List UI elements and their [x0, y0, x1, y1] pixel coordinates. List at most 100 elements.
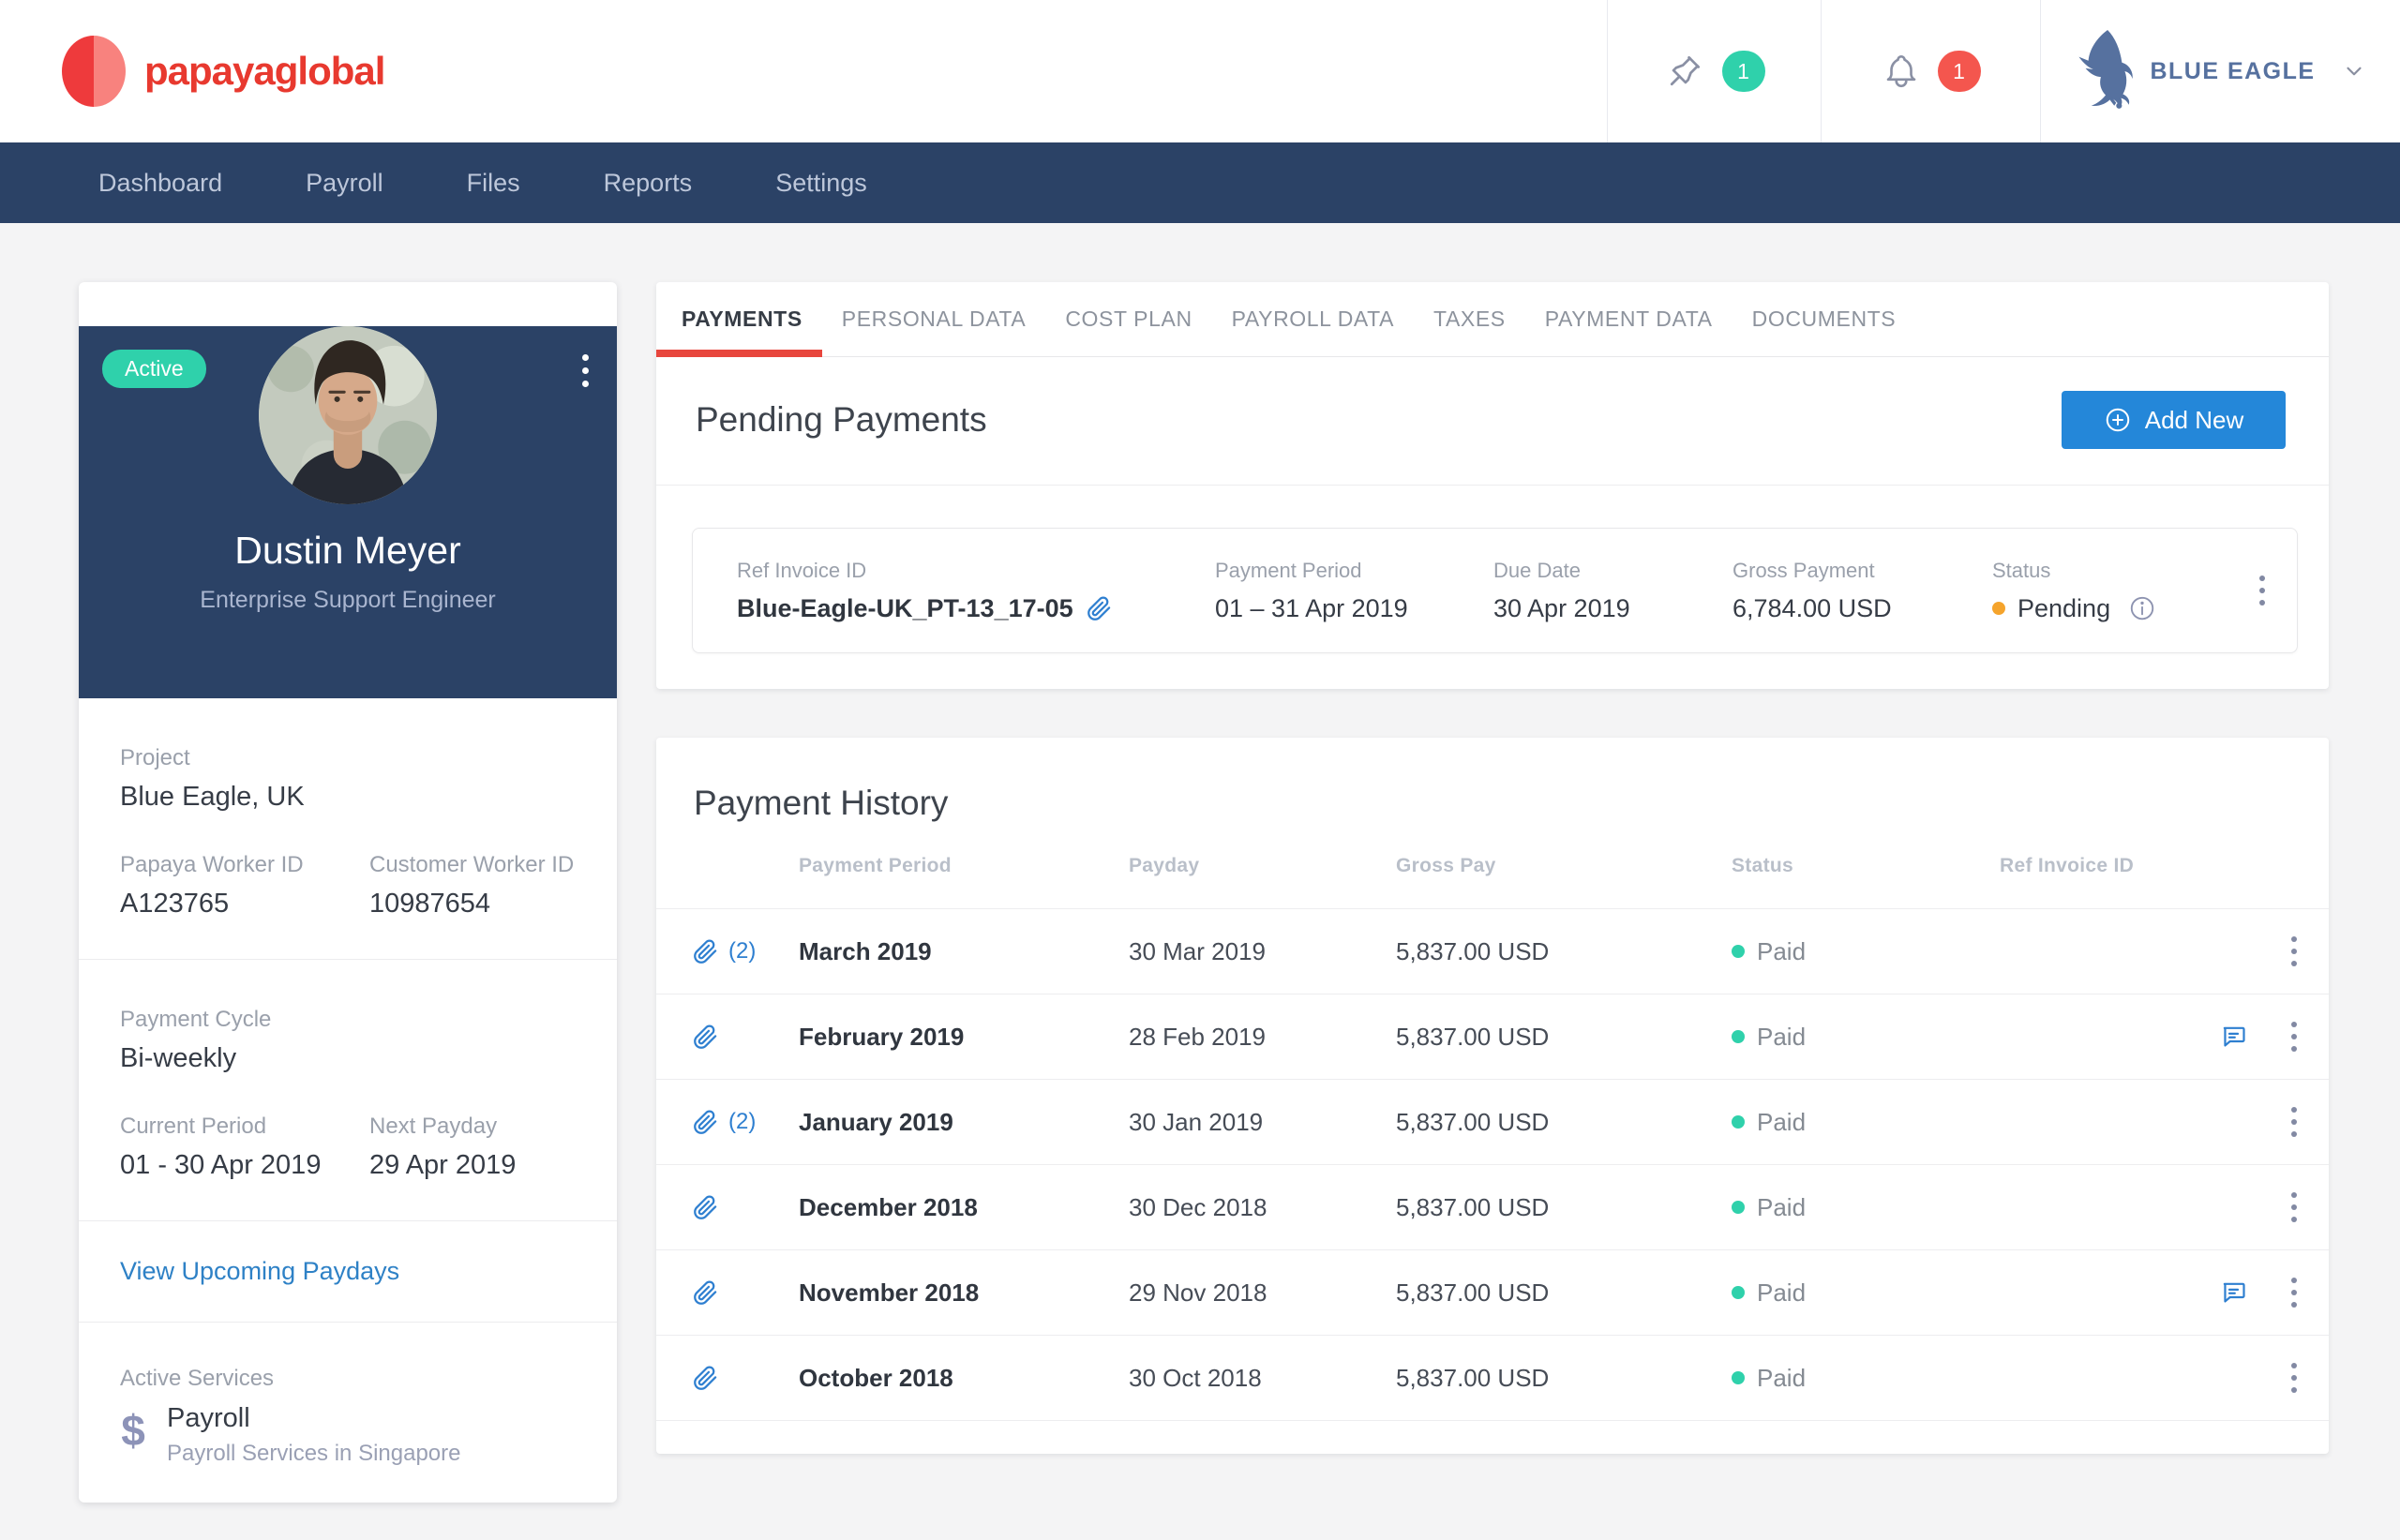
- payment-history-title: Payment History: [656, 738, 2329, 824]
- history-table-body: (2) March 2019 30 Mar 2019 5,837.00 USD …: [656, 909, 2329, 1421]
- pin-count-badge: 1: [1722, 51, 1765, 92]
- paid-status-dot: [1732, 1286, 1745, 1299]
- gross-pay-cell: 5,837.00 USD: [1396, 1193, 1732, 1222]
- status-text: Paid: [1757, 1364, 1806, 1393]
- pending-status-dot: [1992, 602, 2005, 615]
- payment-history-row[interactable]: (2) March 2019 30 Mar 2019 5,837.00 USD …: [656, 909, 2329, 994]
- view-upcoming-paydays-link[interactable]: View Upcoming Paydays: [120, 1257, 399, 1285]
- attachment-paperclip-icon[interactable]: [693, 1195, 718, 1220]
- employee-profile-card: Active: [79, 282, 617, 1503]
- page-content: Active: [0, 223, 2400, 1503]
- col-gross-pay: Gross Pay: [1396, 855, 1732, 877]
- payment-period-cell: January 2019: [799, 1108, 1129, 1137]
- payday-cell: 28 Feb 2019: [1129, 1023, 1396, 1052]
- pinned-items-button[interactable]: 1: [1607, 0, 1821, 142]
- payment-period-value: 01 – 31 Apr 2019: [1215, 594, 1493, 623]
- notification-count-badge: 1: [1938, 51, 1981, 92]
- nav-item-settings[interactable]: Settings: [775, 169, 867, 198]
- employee-name: Dustin Meyer: [79, 529, 617, 573]
- status-text: Paid: [1757, 1278, 1806, 1308]
- bell-icon: [1882, 52, 1921, 91]
- status-cell: Paid: [1732, 1278, 2000, 1308]
- attachment-paperclip-icon[interactable]: [1087, 596, 1112, 621]
- employee-job-title: Enterprise Support Engineer: [79, 587, 617, 614]
- tab-documents[interactable]: DOCUMENTS: [1732, 282, 1916, 356]
- profile-kebab-menu[interactable]: [578, 351, 592, 391]
- payment-history-row[interactable]: February 2019 28 Feb 2019 5,837.00 USD P…: [656, 994, 2329, 1080]
- blue-eagle-logo-icon: [2075, 28, 2135, 114]
- col-status: Status: [1732, 855, 2000, 877]
- history-row-kebab-menu[interactable]: [2291, 1022, 2329, 1052]
- payday-cell: 30 Oct 2018: [1129, 1364, 1396, 1393]
- project-label: Project: [120, 745, 576, 771]
- tab-payroll-data[interactable]: PAYROLL DATA: [1212, 282, 1414, 356]
- comment-icon[interactable]: [2219, 1023, 2248, 1052]
- gross-pay-cell: 5,837.00 USD: [1396, 1364, 1732, 1393]
- project-section: Project Blue Eagle, UK Papaya Worker ID …: [79, 698, 617, 959]
- col-ref-invoice-id: Ref Invoice ID: [2000, 855, 2219, 877]
- attachment-paperclip-icon[interactable]: [693, 1110, 718, 1135]
- papayaglobal-logo: papayaglobal: [0, 0, 1607, 142]
- payment-period-cell: October 2018: [799, 1364, 1129, 1393]
- attachment-paperclip-icon[interactable]: [693, 1280, 718, 1306]
- nav-item-payroll[interactable]: Payroll: [306, 169, 383, 198]
- history-row-kebab-menu[interactable]: [2291, 1192, 2329, 1222]
- notifications-button[interactable]: 1: [1821, 0, 2040, 142]
- status-cell: Paid: [1732, 1193, 2000, 1222]
- tab-payments[interactable]: PAYMENTS: [656, 282, 822, 356]
- payment-cycle-label: Payment Cycle: [120, 1007, 576, 1033]
- history-row-kebab-menu[interactable]: [2291, 936, 2329, 966]
- attachment-paperclip-icon[interactable]: [693, 1366, 718, 1391]
- pending-status-text: Pending: [2018, 594, 2110, 623]
- upcoming-paydays-section: View Upcoming Paydays: [79, 1220, 617, 1322]
- add-new-label: Add New: [2145, 406, 2244, 435]
- attachment-paperclip-icon[interactable]: [693, 1024, 718, 1050]
- history-row-kebab-menu[interactable]: [2291, 1363, 2329, 1393]
- payment-history-row[interactable]: November 2018 29 Nov 2018 5,837.00 USD P…: [656, 1250, 2329, 1336]
- avatar: [259, 326, 437, 504]
- nav-item-dashboard[interactable]: Dashboard: [98, 169, 222, 198]
- payday-cell: 29 Nov 2018: [1129, 1278, 1396, 1308]
- payments-panel: PAYMENTS PERSONAL DATA COST PLAN PAYROLL…: [656, 282, 2329, 689]
- payment-history-row[interactable]: October 2018 30 Oct 2018 5,837.00 USD Pa…: [656, 1336, 2329, 1421]
- tab-payment-data[interactable]: PAYMENT DATA: [1525, 282, 1732, 356]
- pending-row-kebab-menu[interactable]: [2259, 576, 2265, 606]
- account-name: BLUE EAGLE: [2150, 58, 2315, 85]
- history-row-kebab-menu[interactable]: [2291, 1107, 2329, 1137]
- papaya-global-app: papayaglobal 1 1: [0, 0, 2400, 1540]
- history-row-kebab-menu[interactable]: [2291, 1278, 2329, 1308]
- plus-circle-icon: [2104, 406, 2132, 434]
- gross-payment-value: 6,784.00 USD: [1732, 594, 1992, 623]
- col-payment-period: Payment Period: [799, 855, 1129, 877]
- paid-status-dot: [1732, 1201, 1745, 1214]
- next-payday-label: Next Payday: [369, 1114, 516, 1140]
- nav-item-reports[interactable]: Reports: [604, 169, 693, 198]
- payment-period-cell: February 2019: [799, 1023, 1129, 1052]
- due-date-label: Due Date: [1493, 559, 1732, 583]
- active-services-section: Active Services $ Payroll Payroll Servic…: [79, 1322, 617, 1503]
- nav-item-files[interactable]: Files: [467, 169, 520, 198]
- papaya-worker-id-label: Papaya Worker ID: [120, 852, 369, 878]
- add-new-button[interactable]: Add New: [2062, 391, 2286, 449]
- tab-personal-data[interactable]: PERSONAL DATA: [822, 282, 1046, 356]
- comment-icon[interactable]: [2219, 1278, 2248, 1308]
- gross-pay-cell: 5,837.00 USD: [1396, 937, 1732, 966]
- top-header: papayaglobal 1 1: [0, 0, 2400, 142]
- tab-taxes[interactable]: TAXES: [1414, 282, 1525, 356]
- ref-invoice-value: Blue-Eagle-UK_PT-13_17-05: [737, 594, 1073, 623]
- payment-history-row[interactable]: December 2018 30 Dec 2018 5,837.00 USD P…: [656, 1165, 2329, 1250]
- gross-pay-cell: 5,837.00 USD: [1396, 1023, 1732, 1052]
- payday-cell: 30 Dec 2018: [1129, 1193, 1396, 1222]
- tab-cost-plan[interactable]: COST PLAN: [1045, 282, 1211, 356]
- account-menu[interactable]: BLUE EAGLE: [2040, 0, 2400, 142]
- attachment-paperclip-icon[interactable]: [693, 939, 718, 964]
- paid-status-dot: [1732, 1030, 1745, 1043]
- attachment-count[interactable]: (2): [728, 938, 756, 964]
- main-nav: Dashboard Payroll Files Reports Settings: [0, 142, 2400, 223]
- info-icon[interactable]: [2128, 594, 2156, 622]
- payment-history-row[interactable]: (2) January 2019 30 Jan 2019 5,837.00 US…: [656, 1080, 2329, 1165]
- status-cell: Paid: [1732, 1364, 2000, 1393]
- pending-payment-row[interactable]: Ref Invoice ID Blue-Eagle-UK_PT-13_17-05: [692, 528, 2298, 653]
- payment-period-cell: December 2018: [799, 1193, 1129, 1222]
- attachment-count[interactable]: (2): [728, 1109, 756, 1135]
